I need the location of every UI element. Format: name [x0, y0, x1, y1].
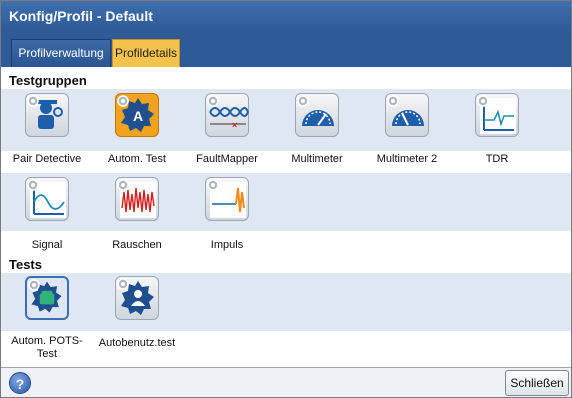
close-button[interactable]: Schließen [505, 370, 569, 396]
gear-icon [117, 95, 129, 107]
gear-icon [207, 95, 219, 107]
tile-label: Impuls [210, 239, 244, 251]
tile-autobenutz-test[interactable]: Autobenutz.test [93, 276, 181, 362]
tdr-icon [475, 93, 519, 137]
tile-signal[interactable]: Signal [3, 177, 91, 257]
gear-icon [477, 95, 489, 107]
pots-test-icon [25, 276, 69, 320]
tile-pair-detective[interactable]: Pair Detective [3, 93, 91, 173]
profile-details-panel: Testgruppen Pair Detective A Autom. Test… [1, 67, 571, 367]
faultmapper-icon: × [205, 93, 249, 137]
tile-label: Autom. Test [108, 153, 166, 165]
tile-label: TDR [485, 153, 509, 165]
tile-label: Signal [31, 239, 63, 251]
signal-icon [25, 177, 69, 221]
gear-icon [117, 179, 129, 191]
tile-pots-test[interactable]: Autom. POTS- Test [3, 276, 91, 362]
config-profile-window: Konfig/Profil - Default Profilverwaltung… [0, 0, 572, 398]
gear-icon [387, 95, 399, 107]
tab-profildetails[interactable]: Profildetails [112, 39, 180, 67]
autotest-icon: A [115, 93, 159, 137]
multimeter-icon [295, 93, 339, 137]
tab-profilverwaltung[interactable]: Profilverwaltung [11, 39, 111, 67]
tile-label: Autobenutz.test [98, 337, 176, 349]
section-header-testgruppen: Testgruppen [9, 73, 87, 88]
tile-label: Pair Detective [12, 153, 82, 165]
tile-impuls[interactable]: Impuls [183, 177, 271, 257]
tile-label: FaultMapper [196, 153, 258, 165]
svg-text:×: × [232, 120, 237, 130]
tab-strip: Profilverwaltung Profildetails [1, 31, 571, 67]
tile-faultmapper[interactable]: × FaultMapper [183, 93, 271, 173]
gear-icon [207, 179, 219, 191]
tile-tdr[interactable]: TDR [453, 93, 541, 173]
gear-icon [297, 95, 309, 107]
tile-multimeter-2[interactable]: Multimeter 2 [363, 93, 451, 173]
impulse-icon [205, 177, 249, 221]
tile-label: Autom. POTS- Test [11, 335, 83, 360]
gear-icon [117, 278, 129, 290]
svg-text:A: A [133, 108, 143, 124]
gear-icon [27, 95, 39, 107]
tile-multimeter[interactable]: Multimeter [273, 93, 361, 173]
footer-bar: ? Schließen [1, 367, 571, 397]
tile-label: Rauschen [112, 239, 162, 251]
user-test-icon [115, 276, 159, 320]
multimeter-icon [385, 93, 429, 137]
tile-autotest[interactable]: A Autom. Test [93, 93, 181, 173]
tile-label: Multimeter [291, 153, 343, 165]
noise-icon [115, 177, 159, 221]
pair-detective-icon [25, 93, 69, 137]
section-header-tests: Tests [9, 257, 42, 272]
tile-label: Multimeter 2 [376, 153, 438, 165]
window-title: Konfig/Profil - Default [1, 1, 571, 31]
gear-icon [27, 179, 39, 191]
tile-rauschen[interactable]: Rauschen [93, 177, 181, 257]
gear-icon [28, 279, 40, 291]
help-button[interactable]: ? [9, 372, 31, 394]
